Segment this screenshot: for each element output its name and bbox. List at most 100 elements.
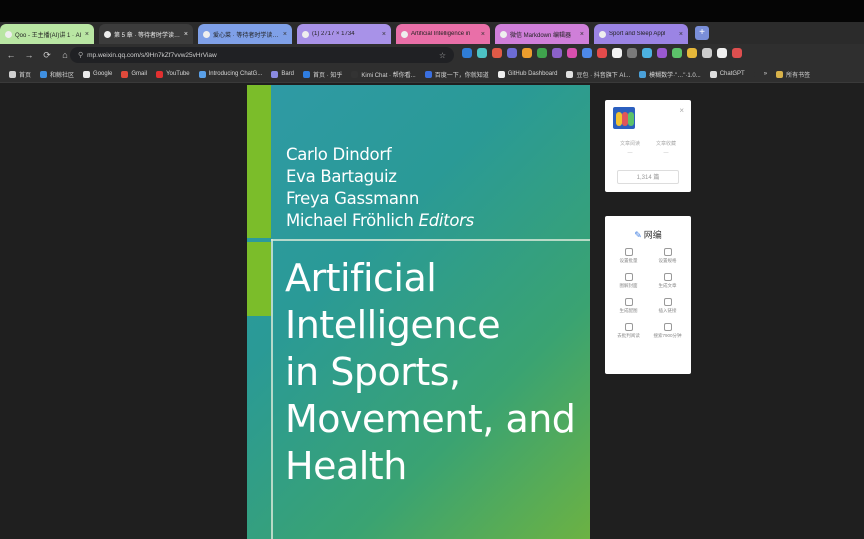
profile-card: × 文章阅读 — 文章收藏 — 1,314 篇 bbox=[605, 100, 691, 192]
bookmark-item[interactable]: 百度一下，你就知道 bbox=[424, 70, 489, 79]
tab-favicon-icon bbox=[203, 30, 210, 38]
tab-close-icon[interactable]: × bbox=[85, 31, 89, 38]
articles-button[interactable]: 1,314 篇 bbox=[617, 170, 679, 184]
tool-item[interactable]: 生成配图 bbox=[609, 298, 648, 314]
tab-close-icon[interactable]: × bbox=[382, 31, 386, 38]
browser-tab[interactable]: 第 5 章 · 等待者时学读 1 (1 × bbox=[99, 24, 193, 44]
bookmark-favicon-icon bbox=[351, 70, 359, 78]
extension-icon[interactable] bbox=[537, 48, 547, 58]
bookmark-item[interactable]: GitHub Dashboard bbox=[497, 70, 557, 78]
author-name: Michael Fröhlich bbox=[286, 211, 414, 230]
browser-tab[interactable]: 微信 Markdown 编辑器 × bbox=[495, 24, 589, 44]
bookmark-label: 首页 bbox=[19, 72, 32, 79]
forward-button[interactable]: → bbox=[22, 48, 36, 62]
bookmark-item[interactable]: Google bbox=[83, 70, 112, 78]
bookmark-label: Kimi Chat · 帮你看... bbox=[361, 72, 416, 79]
stat-value: — bbox=[663, 150, 669, 156]
bookmark-item[interactable]: » bbox=[753, 70, 767, 78]
url-text[interactable]: mp.weixin.qq.com/s/9Hn7kZf7vvw25vHrViaw bbox=[87, 52, 439, 59]
extension-icon[interactable] bbox=[642, 48, 652, 58]
bookmark-item[interactable]: ChatGPT bbox=[709, 70, 745, 78]
tab-close-icon[interactable]: × bbox=[283, 31, 287, 38]
tab-close-icon[interactable]: × bbox=[184, 31, 188, 38]
stat-value: — bbox=[627, 150, 633, 156]
extension-icon[interactable] bbox=[597, 48, 607, 58]
tab-close-icon[interactable]: × bbox=[481, 31, 485, 38]
bookmark-favicon-icon bbox=[303, 70, 311, 78]
bookmark-item[interactable]: YouTube bbox=[156, 70, 190, 78]
book-cover-image: Carlo Dindorf Eva Bartaguiz Freya Gassma… bbox=[247, 85, 590, 539]
browser-tab[interactable]: Sport and Sleep Appl × bbox=[594, 24, 688, 44]
site-info-icon[interactable]: ⚲ bbox=[78, 51, 83, 59]
bookmark-item[interactable]: 和鲸社区 bbox=[40, 70, 74, 79]
tool-icon bbox=[624, 298, 633, 306]
bookmark-favicon-icon bbox=[121, 70, 129, 78]
bookmark-label: YouTube bbox=[166, 71, 190, 77]
extension-icon[interactable] bbox=[507, 48, 517, 58]
bookmark-item[interactable]: Introducing ChatG... bbox=[198, 70, 262, 78]
back-button[interactable]: ← bbox=[4, 48, 18, 62]
tool-icon bbox=[624, 273, 633, 281]
stat-label: 文章收藏 bbox=[655, 141, 676, 147]
bookmark-favicon-icon bbox=[9, 70, 16, 78]
tool-label: 图解封面 bbox=[619, 283, 638, 288]
tool-item[interactable]: 图解封面 bbox=[609, 273, 648, 289]
bookmark-item[interactable]: Gmail bbox=[121, 70, 147, 78]
tool-item[interactable]: 插入链接 bbox=[648, 298, 687, 314]
bookmark-item[interactable]: 所有书签 bbox=[776, 70, 810, 79]
bookmark-favicon-icon bbox=[709, 70, 717, 78]
tab-favicon-icon bbox=[500, 30, 507, 38]
extension-icon[interactable] bbox=[702, 48, 712, 58]
browser-tab[interactable]: 爱心菜 · 等待者时学读 1 (1 × bbox=[198, 24, 292, 44]
bookmark-item[interactable]: 豆包 · 抖音旗下 AI... bbox=[566, 70, 630, 79]
reload-button[interactable]: ⟳ bbox=[40, 48, 54, 62]
extension-icon[interactable] bbox=[717, 48, 727, 58]
bookmark-item[interactable]: 首页 · 知乎 bbox=[303, 70, 342, 79]
extension-icon[interactable] bbox=[552, 48, 562, 58]
extension-icon[interactable] bbox=[567, 48, 577, 58]
extension-icon[interactable] bbox=[477, 48, 487, 58]
tab-close-icon[interactable]: × bbox=[679, 31, 683, 38]
browser-tab[interactable]: Qoo - 王主播(AI)讲 1 · AI × bbox=[0, 24, 94, 44]
extension-icon[interactable] bbox=[522, 48, 532, 58]
author-name: Carlo Dindorf bbox=[286, 145, 392, 164]
tab-title: (1) 2717 × 1734 bbox=[312, 31, 355, 37]
extension-icon[interactable] bbox=[492, 48, 502, 58]
extension-icon[interactable] bbox=[627, 48, 637, 58]
bookmark-label: 和鲸社区 bbox=[50, 72, 75, 79]
tool-label: 设置规格 bbox=[658, 258, 677, 263]
tab-title: 第 5 章 · 等待者时学读 1 (1 bbox=[114, 32, 181, 39]
tool-item[interactable]: 设置批量 bbox=[609, 248, 648, 264]
tool-item[interactable]: 设置规格 bbox=[648, 248, 687, 264]
bookmark-item[interactable]: Bard bbox=[271, 70, 294, 78]
extension-icon[interactable] bbox=[732, 48, 742, 58]
avatar[interactable] bbox=[613, 107, 635, 129]
editor-logo-icon: ✎ bbox=[634, 230, 642, 240]
browser-tab[interactable]: Artificial Intelligence in × bbox=[396, 24, 490, 44]
tool-icon bbox=[624, 323, 633, 331]
browser-tab[interactable]: (1) 2717 × 1734 × bbox=[297, 24, 391, 44]
close-icon[interactable]: × bbox=[679, 106, 684, 115]
tool-item[interactable]: 搜索7900分钟 bbox=[648, 323, 687, 339]
new-tab-button[interactable]: + bbox=[695, 26, 709, 40]
tab-favicon-icon bbox=[599, 30, 606, 38]
bookmark-item[interactable]: 首页 bbox=[9, 70, 31, 79]
extension-icon[interactable] bbox=[462, 48, 472, 58]
tool-icon bbox=[663, 298, 672, 306]
bookmark-star-icon[interactable]: ☆ bbox=[439, 51, 446, 60]
bookmark-item[interactable]: 模糊数学·"…"·1.0... bbox=[639, 70, 701, 79]
bookmark-favicon-icon bbox=[83, 70, 91, 78]
extension-icon[interactable] bbox=[687, 48, 697, 58]
tool-item[interactable]: 去批判阅读 bbox=[609, 323, 648, 339]
tab-close-icon[interactable]: × bbox=[580, 31, 584, 38]
address-bar[interactable]: ⚲ mp.weixin.qq.com/s/9Hn7kZf7vvw25vHrVia… bbox=[70, 47, 454, 63]
extension-icon[interactable] bbox=[657, 48, 667, 58]
author-name: Freya Gassmann bbox=[286, 189, 419, 208]
extension-icon[interactable] bbox=[612, 48, 622, 58]
bookmark-item[interactable]: Kimi Chat · 帮你看... bbox=[351, 70, 416, 79]
tool-item[interactable]: 生成文章 bbox=[648, 273, 687, 289]
extension-icon[interactable] bbox=[672, 48, 682, 58]
extension-icon[interactable] bbox=[582, 48, 592, 58]
tab-favicon-icon bbox=[5, 30, 12, 38]
tab-title: 爱心菜 · 等待者时学读 1 (1 bbox=[213, 32, 280, 39]
